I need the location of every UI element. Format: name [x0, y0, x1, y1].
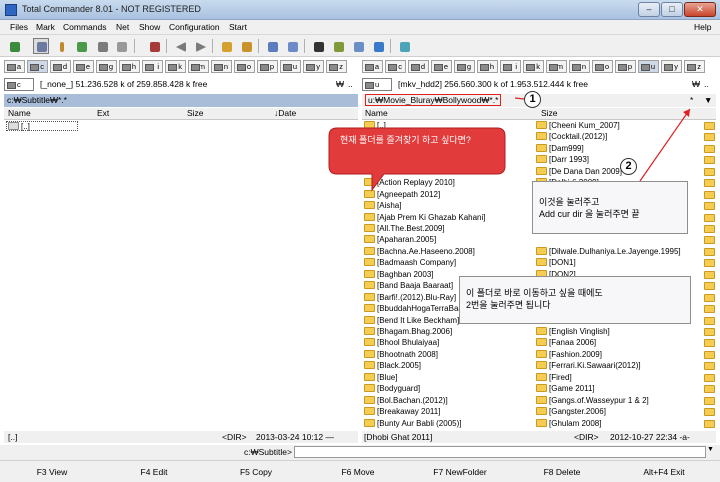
- arrow-line-2: [639, 108, 691, 182]
- instruction-note-2: 이 폴더로 바로 이동하고 싶을 때에도 2번을 눌러주면 됩니다: [459, 276, 691, 324]
- connector-1: [514, 97, 525, 100]
- arrow-head-2: [683, 109, 690, 117]
- annotation-overlay: [328, 97, 691, 192]
- note2-line2: 2번을 눌러주면 됩니다: [466, 300, 551, 310]
- speech-bubble-text: 현재 폴더를 즐겨찾기 하고 싶다면?: [340, 135, 471, 145]
- marker-1: 1: [524, 91, 541, 108]
- marker-2: 2: [620, 158, 637, 175]
- note2-line1: 이 폴더로 바로 이동하고 싶을 때에도: [466, 288, 603, 298]
- note1-line1: 이것을 눌러주고: [539, 197, 600, 207]
- instruction-note-1: 이것을 눌러주고 Add cur dir 을 눌러주면 끝: [532, 181, 688, 234]
- note1-line2: Add cur dir 을 눌러주면 끝: [539, 209, 640, 219]
